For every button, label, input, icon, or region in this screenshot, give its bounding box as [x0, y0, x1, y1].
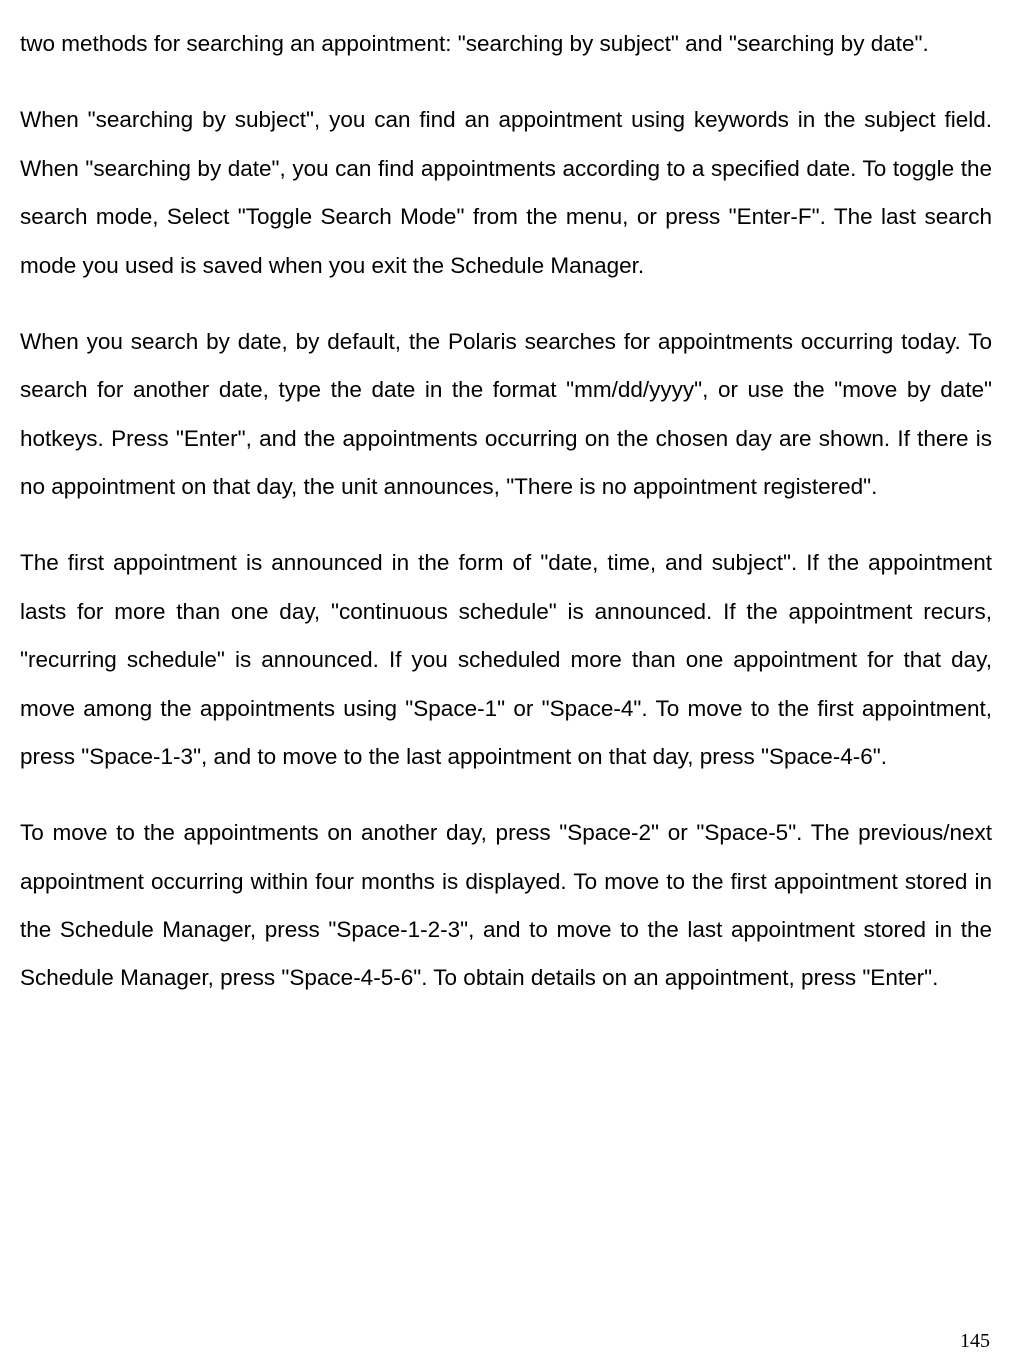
document-content: two methods for searching an appointment… — [20, 20, 992, 1003]
paragraph-3: When you search by date, by default, the… — [20, 318, 992, 512]
page-number: 145 — [960, 1330, 990, 1353]
paragraph-2: When "searching by subject", you can fin… — [20, 96, 992, 290]
paragraph-4: The first appointment is announced in th… — [20, 539, 992, 781]
paragraph-5: To move to the appointments on another d… — [20, 809, 992, 1003]
paragraph-1: two methods for searching an appointment… — [20, 20, 992, 68]
